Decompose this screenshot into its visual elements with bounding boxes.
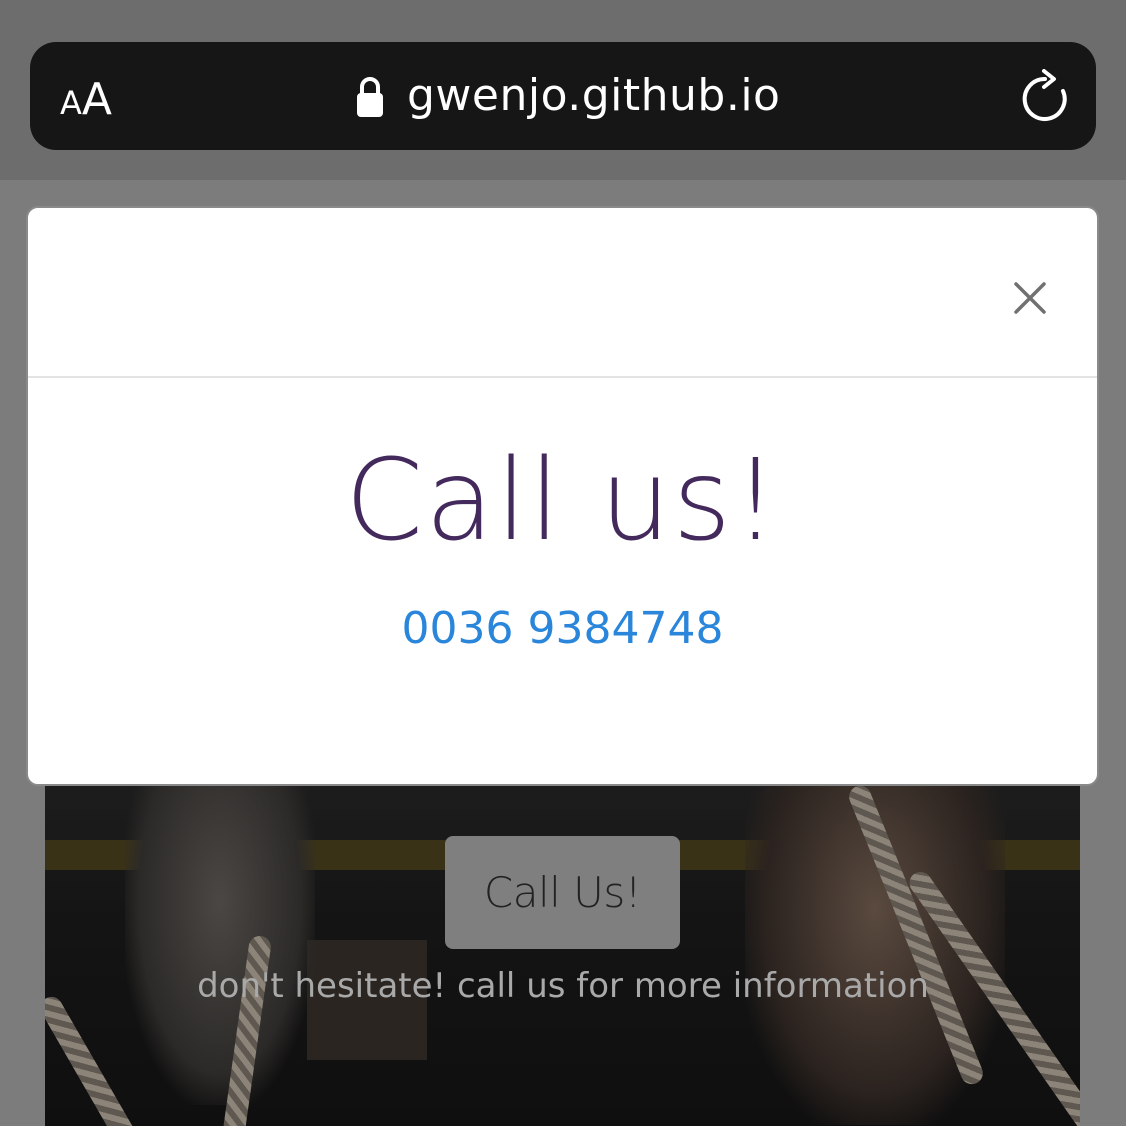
- call-us-button[interactable]: Call Us!: [445, 836, 680, 949]
- lock-icon: [357, 77, 383, 117]
- phone-link[interactable]: 0036 9384748: [28, 603, 1097, 654]
- close-icon[interactable]: [1013, 281, 1047, 315]
- call-us-modal: Call us! 0036 9384748: [26, 206, 1099, 786]
- modal-title: Call us!: [345, 436, 780, 566]
- hero-athlete-left: [125, 785, 315, 1105]
- text-size-small-label: A: [60, 84, 82, 122]
- text-size-big-label: A: [81, 74, 112, 125]
- modal-header: [28, 208, 1097, 378]
- url-text[interactable]: gwenjo.github.io: [407, 70, 780, 121]
- text-size-button[interactable]: AA: [60, 74, 112, 125]
- reload-icon[interactable]: [1018, 69, 1072, 125]
- hero-tagline: don't hesitate! call us for more informa…: [197, 966, 929, 1006]
